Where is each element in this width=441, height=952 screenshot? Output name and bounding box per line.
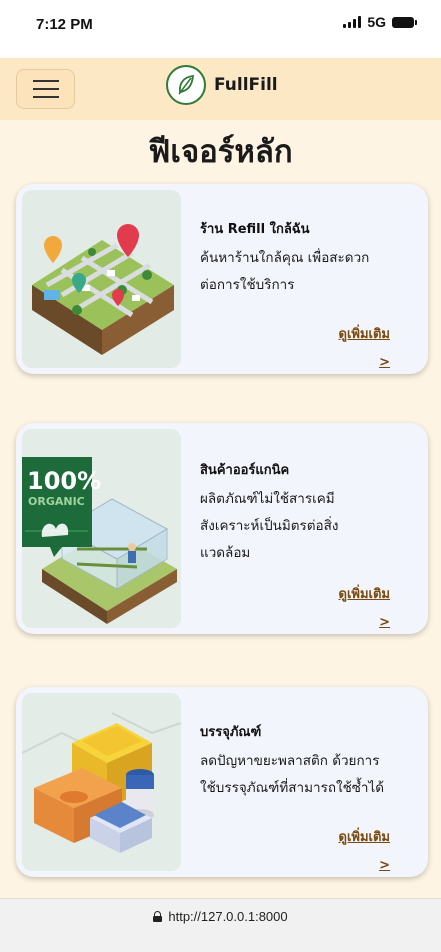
app-header: FullFill (0, 58, 441, 120)
feature-image-containers (22, 693, 181, 871)
brand-name: FullFill (214, 75, 278, 95)
browser-url-bar[interactable]: http://127.0.0.1:8000 (0, 898, 441, 952)
see-more-link[interactable]: ดูเพิ่มเติม (339, 826, 390, 847)
see-more-arrow[interactable]: > (379, 355, 390, 370)
feature-image-refill-map (22, 190, 181, 368)
status-indicators: 5G (343, 14, 417, 30)
lock-icon (153, 911, 163, 922)
feature-text: ร้าน Refill ใกล้ฉัน ค้นหาร้านใกล้คุณ เพื… (200, 218, 418, 299)
feature-description-line: ผลิตภัณฑ์ไม่ใช้สารเคมี (200, 491, 335, 507)
see-more-link[interactable]: ดูเพิ่มเติม (339, 323, 390, 344)
page-title: ฟีเจอร์หลัก (148, 134, 293, 170)
feature-description-line: แวดล้อม (200, 545, 251, 561)
url-text[interactable]: http://127.0.0.1:8000 (168, 909, 287, 924)
feature-title: สินค้าออร์แกนิค (200, 463, 290, 478)
feature-description-line: สังเคราะห์เป็นมิตรต่อสิ่ง (200, 518, 339, 534)
feature-card-packaging[interactable]: บรรจุภัณฑ์ ลดปัญหาขยะพลาสติก ด้วยการ ใช้… (16, 687, 428, 877)
feature-card-refill-store[interactable]: ร้าน Refill ใกล้ฉัน ค้นหาร้านใกล้คุณ เพื… (16, 184, 428, 374)
signal-icon (343, 16, 362, 28)
feature-description-line: ใช้บรรจุภัณฑ์ที่สามารถใช้ซ้ำได้ (200, 780, 385, 796)
feature-image-greenhouse: 100% ORGANIC (22, 429, 181, 628)
feature-title: บรรจุภัณฑ์ (200, 725, 262, 740)
feature-text: สินค้าออร์แกนิค ผลิตภัณฑ์ไม่ใช้สารเคมี ส… (200, 459, 418, 567)
hamburger-menu-icon (32, 80, 59, 82)
organic-badge-percent: 100% (27, 467, 101, 495)
feature-text: บรรจุภัณฑ์ ลดปัญหาขยะพลาสติก ด้วยการ ใช้… (200, 721, 418, 802)
url-display[interactable]: http://127.0.0.1:8000 (0, 909, 441, 924)
feature-description-line: ต่อการใช้บริการ (200, 277, 295, 293)
feature-description-line: ลดปัญหาขยะพลาสติก ด้วยการ (200, 753, 380, 769)
status-time: 7:12 PM (36, 16, 93, 33)
leaf-feather-icon (166, 65, 206, 105)
see-more-arrow[interactable]: > (379, 615, 390, 630)
battery-icon (392, 16, 417, 28)
feature-title: ร้าน Refill ใกล้ฉัน (200, 222, 310, 237)
feature-description-line: ค้นหาร้านใกล้คุณ เพื่อสะดวก (200, 250, 370, 266)
see-more-link[interactable]: ดูเพิ่มเติม (339, 583, 390, 604)
brand-logo[interactable]: FullFill (166, 65, 278, 105)
see-more-arrow[interactable]: > (379, 858, 390, 873)
hamburger-menu-button[interactable] (16, 69, 75, 109)
network-type: 5G (367, 14, 386, 30)
feature-card-organic[interactable]: 100% ORGANIC สินค้าออร์แกนิค ผลิตภัณฑ์ไม… (16, 423, 428, 634)
status-bar: 7:12 PM 5G (0, 0, 441, 58)
organic-badge-label: ORGANIC (28, 495, 85, 508)
